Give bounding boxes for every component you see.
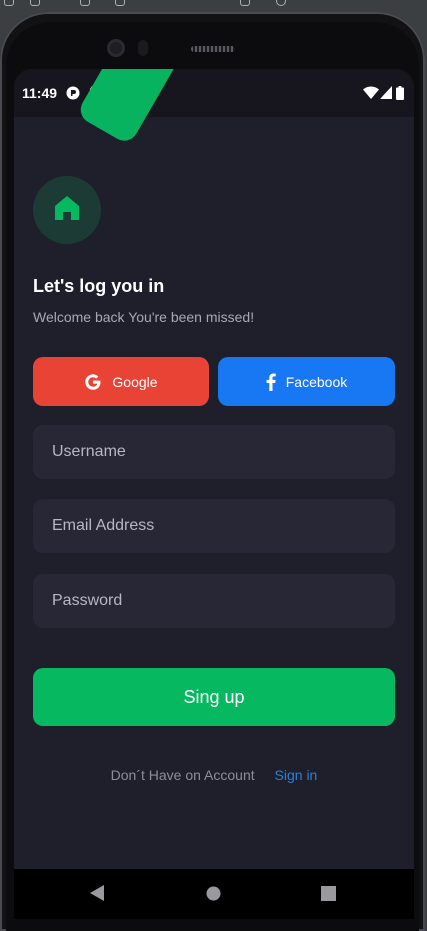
- status-time: 11:49: [22, 85, 58, 101]
- username-input[interactable]: [50, 442, 378, 462]
- app-screen: 11:49 Let's log you in Welcome back You'…: [14, 69, 414, 869]
- recents-icon[interactable]: [321, 886, 336, 906]
- google-button-label: Google: [112, 373, 158, 390]
- system-nav-bar: [14, 869, 414, 919]
- signin-prompt: Don´t Have on Account Sign in: [14, 767, 414, 783]
- facebook-button-label: Facebook: [285, 373, 348, 390]
- battery-icon: [396, 86, 404, 105]
- toolbar-icon[interactable]: [276, 0, 286, 6]
- home-nav-icon[interactable]: [206, 886, 221, 906]
- back-icon[interactable]: [90, 885, 104, 906]
- google-icon: [84, 373, 102, 391]
- google-button[interactable]: Google: [33, 357, 209, 406]
- proximity-sensor: [138, 40, 148, 56]
- front-camera: [107, 39, 125, 57]
- toolbar-icon[interactable]: [80, 0, 90, 6]
- facebook-icon: [266, 372, 276, 391]
- status-app-icon: [66, 86, 80, 105]
- password-input[interactable]: [50, 591, 378, 611]
- status-bar: 11:49: [14, 69, 414, 117]
- facebook-button[interactable]: Facebook: [218, 357, 395, 406]
- password-field[interactable]: [33, 574, 395, 628]
- toolbar-icon[interactable]: [115, 0, 125, 6]
- account-prompt-text: Don´t Have on Account: [110, 767, 255, 783]
- home-icon: [53, 194, 81, 227]
- email-field[interactable]: [33, 499, 395, 553]
- toolbar-icon[interactable]: [30, 0, 40, 6]
- username-field[interactable]: [33, 425, 395, 479]
- login-subtitle: Welcome back You're been missed!: [33, 309, 255, 325]
- login-title: Let's log you in: [33, 276, 165, 296]
- toolbar-icon[interactable]: [4, 0, 14, 6]
- signal-icon: [380, 86, 392, 104]
- toolbar-icon[interactable]: [240, 0, 250, 6]
- wifi-icon: [363, 86, 379, 104]
- earpiece-speaker: [191, 46, 235, 52]
- signup-button[interactable]: Sing up: [33, 668, 395, 726]
- app-logo: [33, 176, 101, 244]
- ide-toolbar: [0, 0, 427, 8]
- signin-link[interactable]: Sign in: [275, 767, 318, 783]
- email-input[interactable]: [50, 516, 378, 536]
